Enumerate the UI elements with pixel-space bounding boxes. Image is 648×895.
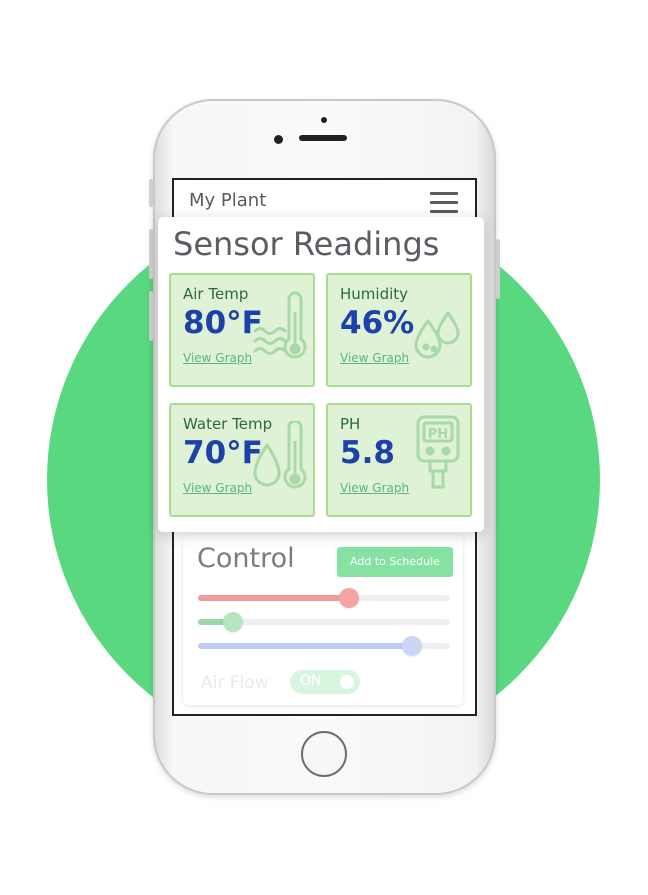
svg-text:PH: PH	[428, 427, 448, 442]
air-flow-label: Air Flow	[201, 673, 269, 693]
green-slider-knob[interactable]	[223, 612, 243, 632]
water-temp-value: 70°F	[183, 435, 263, 471]
thermometer-waves-icon	[253, 291, 307, 359]
air-flow-toggle-knob	[340, 675, 354, 689]
sensor-readings-panel: Sensor Readings Air Temp 80°F View Graph…	[158, 217, 484, 532]
air-temp-tile: Air Temp 80°F View Graph	[169, 273, 315, 387]
add-to-schedule-button[interactable]: Add to Schedule	[337, 547, 453, 577]
water-drops-icon	[414, 311, 460, 359]
air-temp-view-graph-link[interactable]: View Graph	[183, 351, 252, 365]
air-flow-toggle[interactable]: ON	[290, 670, 360, 694]
red-slider-knob[interactable]	[339, 588, 359, 608]
blue-slider[interactable]	[198, 636, 450, 656]
control-title: Control	[197, 543, 295, 574]
humidity-tile: Humidity 46% View Graph	[326, 273, 472, 387]
air-temp-label: Air Temp	[183, 285, 249, 303]
ph-view-graph-link[interactable]: View Graph	[340, 481, 409, 495]
ph-tile: PH 5.8 View Graph PH	[326, 403, 472, 517]
red-slider[interactable]	[198, 588, 450, 608]
ph-label: PH	[340, 415, 361, 433]
phone-volume-down	[149, 291, 153, 341]
phone-speaker	[299, 135, 347, 141]
water-temp-tile: Water Temp 70°F View Graph	[169, 403, 315, 517]
red-slider-fill	[198, 595, 349, 601]
air-temp-value: 80°F	[183, 305, 263, 341]
sensor-readings-title: Sensor Readings	[173, 225, 440, 263]
green-slider[interactable]	[198, 612, 450, 632]
app-title: My Plant	[189, 190, 267, 211]
phone-camera	[274, 135, 283, 144]
phone-sensor	[321, 117, 327, 123]
humidity-value: 46%	[340, 305, 415, 341]
control-card: Control Add to Schedule Air Flow ON	[183, 535, 463, 705]
blue-slider-knob[interactable]	[402, 636, 422, 656]
home-button[interactable]	[301, 731, 347, 777]
water-temp-view-graph-link[interactable]: View Graph	[183, 481, 252, 495]
humidity-label: Humidity	[340, 285, 409, 303]
air-flow-toggle-label: ON	[300, 673, 322, 689]
ph-value: 5.8	[340, 435, 395, 471]
thermometer-drop-icon	[253, 421, 307, 489]
blue-slider-fill	[198, 643, 412, 649]
phone-volume-up	[149, 229, 153, 279]
humidity-view-graph-link[interactable]: View Graph	[340, 351, 409, 365]
hamburger-menu-icon[interactable]	[430, 192, 458, 214]
ph-meter-icon: PH	[416, 415, 460, 489]
phone-mute-switch	[149, 179, 153, 207]
phone-power-button	[496, 239, 500, 299]
